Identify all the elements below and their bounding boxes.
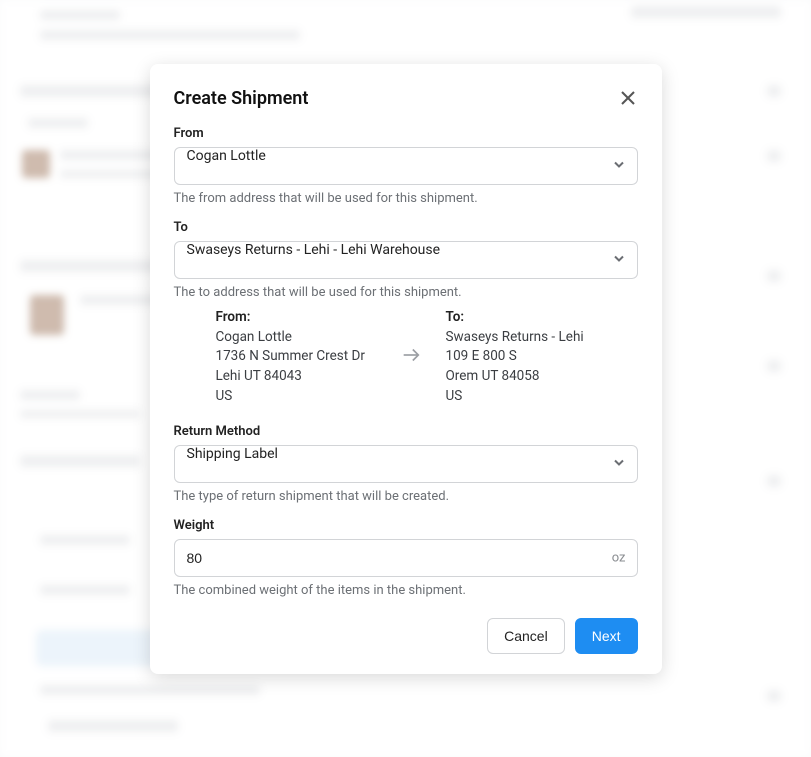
to-address-name: Swaseys Returns - Lehi bbox=[446, 328, 596, 348]
to-address-title: To: bbox=[446, 308, 596, 328]
return-method-select-value: Shipping Label bbox=[187, 446, 278, 462]
to-field-group: To Swaseys Returns - Lehi - Lehi Warehou… bbox=[174, 220, 638, 410]
return-method-field-group: Return Method Shipping Label The type of… bbox=[174, 424, 638, 504]
to-help-text: The to address that will be used for thi… bbox=[174, 285, 638, 300]
from-address-country: US bbox=[216, 387, 376, 407]
modal-header: Create Shipment bbox=[174, 88, 638, 110]
return-method-select[interactable]: Shipping Label bbox=[174, 445, 638, 483]
weight-input[interactable] bbox=[174, 539, 638, 577]
to-address-city: Orem UT 84058 bbox=[446, 367, 596, 387]
to-address-street: 109 E 800 S bbox=[446, 347, 596, 367]
from-address-title: From: bbox=[216, 308, 376, 328]
return-method-help-text: The type of return shipment that will be… bbox=[174, 489, 638, 504]
from-address-block: From: Cogan Lottle 1736 N Summer Crest D… bbox=[216, 308, 376, 406]
weight-help-text: The combined weight of the items in the … bbox=[174, 583, 638, 598]
from-label: From bbox=[174, 126, 638, 141]
address-compare: From: Cogan Lottle 1736 N Summer Crest D… bbox=[174, 300, 638, 410]
close-button[interactable] bbox=[618, 88, 638, 110]
from-help-text: The from address that will be used for t… bbox=[174, 191, 638, 206]
from-address-street: 1736 N Summer Crest Dr bbox=[216, 347, 376, 367]
weight-label: Weight bbox=[174, 518, 638, 533]
to-address-block: To: Swaseys Returns - Lehi 109 E 800 S O… bbox=[446, 308, 596, 406]
from-address-name: Cogan Lottle bbox=[216, 328, 376, 348]
create-shipment-modal: Create Shipment From Cogan Lottle The fr… bbox=[150, 64, 662, 674]
to-label: To bbox=[174, 220, 638, 235]
arrow-right-icon bbox=[400, 344, 422, 370]
weight-field-group: Weight oz The combined weight of the ite… bbox=[174, 518, 638, 598]
to-select[interactable]: Swaseys Returns - Lehi - Lehi Warehouse bbox=[174, 241, 638, 279]
from-field-group: From Cogan Lottle The from address that … bbox=[174, 126, 638, 206]
modal-title: Create Shipment bbox=[174, 88, 309, 109]
to-select-value: Swaseys Returns - Lehi - Lehi Warehouse bbox=[187, 242, 441, 258]
return-method-label: Return Method bbox=[174, 424, 638, 439]
next-button[interactable]: Next bbox=[575, 618, 638, 654]
modal-footer: Cancel Next bbox=[174, 618, 638, 654]
from-select[interactable]: Cogan Lottle bbox=[174, 147, 638, 185]
close-icon bbox=[620, 94, 636, 109]
cancel-button[interactable]: Cancel bbox=[487, 618, 565, 654]
to-address-country: US bbox=[446, 387, 596, 407]
from-address-city: Lehi UT 84043 bbox=[216, 367, 376, 387]
from-select-value: Cogan Lottle bbox=[187, 148, 266, 164]
